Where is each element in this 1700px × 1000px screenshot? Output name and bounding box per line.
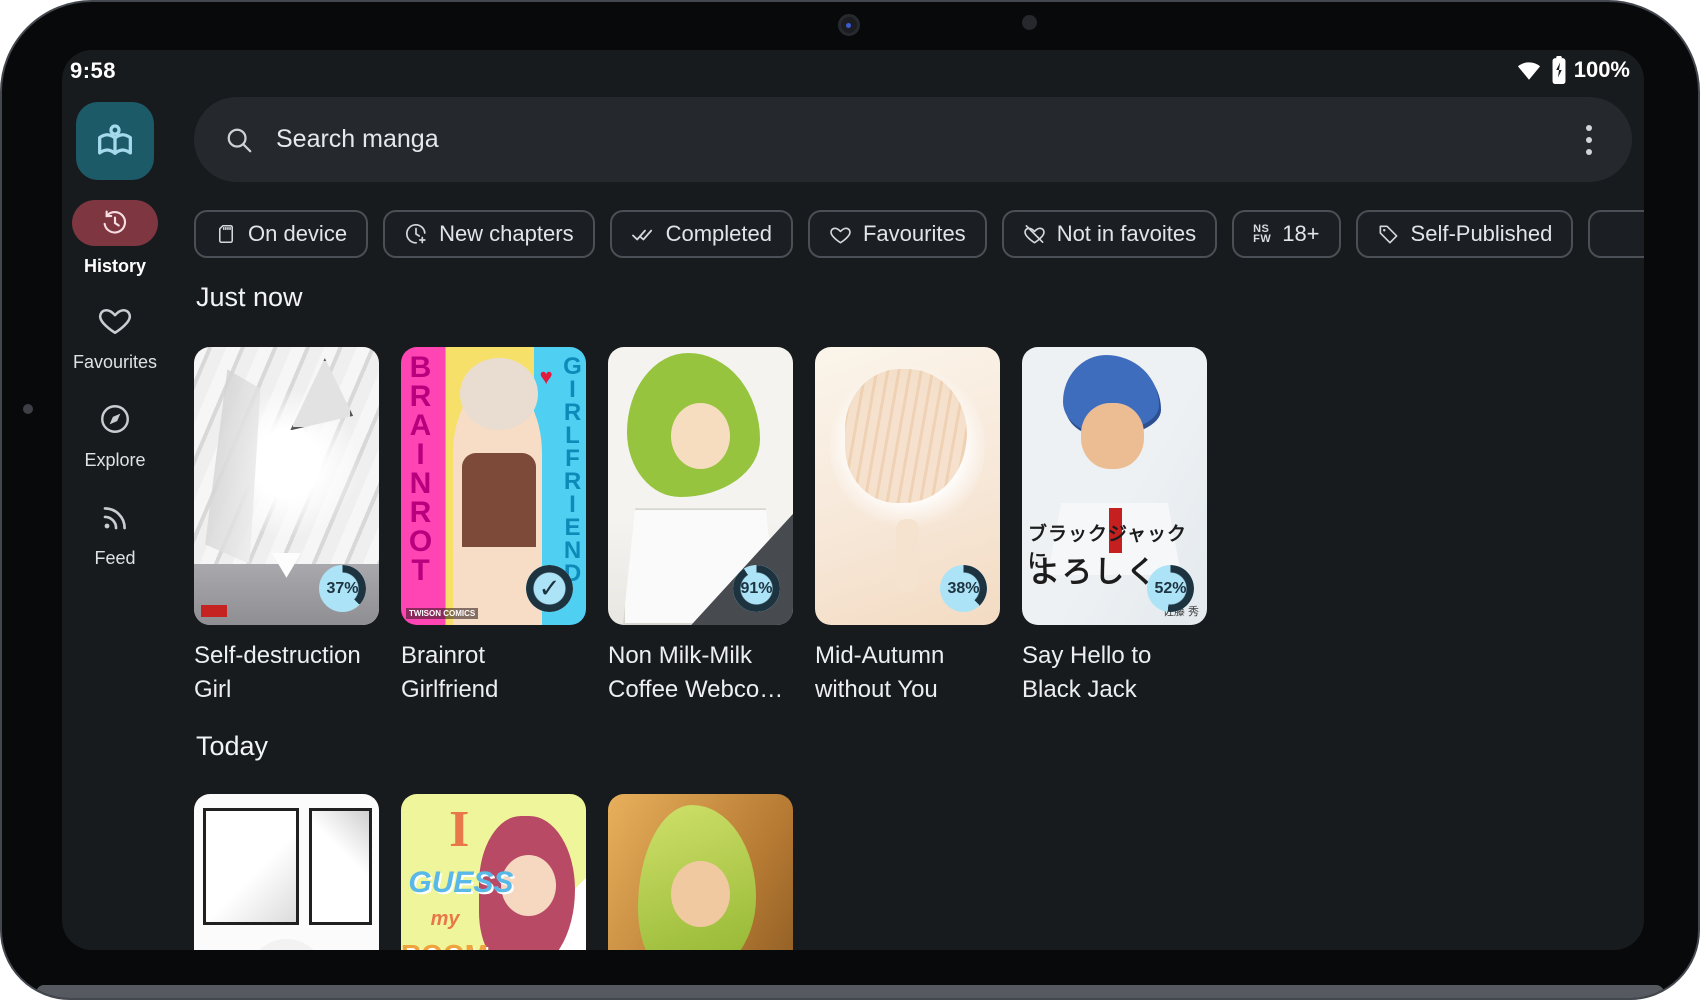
filter-chip-partial[interactable] — [1588, 210, 1644, 258]
sidebar-item-feed[interactable] — [62, 502, 168, 534]
filter-chip-new-chapters[interactable]: New chapters — [383, 210, 595, 258]
sd-card-icon — [215, 223, 237, 245]
manga-title: Self-destruction Girl — [194, 639, 379, 707]
manga-cover-image: I GUESS my ROOM MATE — [401, 794, 586, 950]
sidebar-label-favourites: Favourites — [62, 352, 168, 373]
manga-card-today-2[interactable]: I GUESS my ROOM MATE — [401, 794, 586, 950]
filter-chip-favourites[interactable]: Favourites — [808, 210, 987, 258]
manga-cover-image: 91% — [608, 347, 793, 625]
history-selected-pill — [72, 200, 158, 246]
wifi-icon — [1514, 57, 1544, 83]
camera-lens-glint — [846, 23, 851, 28]
chip-label: Favourites — [863, 221, 966, 247]
manga-title: Brainrot Girlfriend — [401, 639, 586, 707]
manga-card-today-3[interactable] — [608, 794, 793, 950]
filter-chip-not-in-favourites[interactable]: Not in favoites — [1002, 210, 1217, 258]
navigation-rail: History Favourites E — [62, 50, 168, 950]
double-check-icon — [631, 222, 655, 246]
progress-badge: 37% — [319, 565, 366, 612]
history-clock-icon — [100, 208, 130, 238]
sidebar-label-feed: Feed — [62, 548, 168, 569]
compass-icon — [98, 402, 132, 436]
filter-chip-18plus[interactable]: NSFW 18+ — [1232, 210, 1340, 258]
app-logo-button[interactable] — [62, 102, 168, 180]
search-placeholder: Search manga — [276, 125, 1576, 154]
heart-icon — [829, 223, 852, 246]
front-camera — [838, 14, 860, 36]
clock-plus-icon — [404, 222, 428, 246]
manga-card-brainrot-girlfriend[interactable]: BRAINROT GIRLFRIEND ♥ TWISON COMICS ✓ Br… — [401, 347, 586, 707]
sidebar-label-explore: Explore — [62, 450, 168, 471]
screenshot-canvas: 9:58 100% — [0, 0, 1700, 1000]
manga-card-say-hello-to-black-jack[interactable]: ブラックジャックに よろしく 佐藤 秀 52% Say Hello to Bla… — [1022, 347, 1207, 707]
cover-art-text-jp: よろしく — [1030, 547, 1158, 591]
progress-badge: 38% — [940, 565, 987, 612]
progress-badge: 52% — [1147, 565, 1194, 612]
tablet-bottom-edge — [36, 985, 1664, 998]
cover-art-heart: ♥ — [540, 364, 553, 390]
cover-art-text: ROOM — [401, 939, 488, 950]
status-bar-right: 100% — [1514, 56, 1630, 84]
filter-chip-on-device[interactable]: On device — [194, 210, 368, 258]
check-icon: ✓ — [539, 573, 561, 604]
manga-card-non-milk-milk-coffee[interactable]: 91% Non Milk-Milk Coffee Webco… — [608, 347, 793, 707]
chip-label: On device — [248, 221, 347, 247]
manga-cover-image: BRAINROT GIRLFRIEND ♥ TWISON COMICS ✓ — [401, 347, 586, 625]
ambient-light-sensor — [1022, 15, 1037, 30]
sidebar-label-history: History — [62, 256, 168, 277]
cover-art-text: I — [449, 800, 469, 859]
nsfw-icon: NSFW — [1253, 224, 1271, 245]
filter-chip-row: On device New chapters — [194, 210, 1644, 258]
overflow-menu-button[interactable] — [1576, 115, 1602, 165]
progress-badge: 91% — [733, 565, 780, 612]
manga-cover-image: ブラックジャックに よろしく 佐藤 秀 52% — [1022, 347, 1207, 625]
heart-off-icon — [1023, 223, 1046, 246]
manga-cover-image: 37% — [194, 347, 379, 625]
manga-card-today-1[interactable] — [194, 794, 379, 950]
filter-chip-completed[interactable]: Completed — [610, 210, 793, 258]
manga-title: Mid-Autumn without You — [815, 639, 1000, 707]
chip-label: Not in favoites — [1057, 221, 1196, 247]
filter-chip-self-published[interactable]: Self-Published — [1356, 210, 1574, 258]
manga-title: Non Milk-Milk Coffee Webco… — [608, 639, 793, 707]
app-logo-tile — [76, 102, 154, 180]
battery-charging-icon — [1551, 56, 1567, 84]
manga-card-mid-autumn-without-you[interactable]: 38% Mid-Autumn without You — [815, 347, 1000, 707]
tablet-frame: 9:58 100% — [0, 0, 1700, 1000]
cover-art-text: my — [431, 908, 460, 931]
cover-art-text: GIRLFRIEND — [558, 353, 586, 583]
manga-cover-image: 38% — [815, 347, 1000, 625]
chip-label: 18+ — [1282, 221, 1319, 247]
chip-label: New chapters — [439, 221, 574, 247]
section-header-just-now: Just now — [196, 282, 303, 313]
heart-icon — [97, 302, 133, 338]
rss-icon — [99, 502, 131, 534]
completed-badge: ✓ — [526, 565, 573, 612]
battery-percent-label: 100% — [1574, 57, 1630, 83]
chip-label: Completed — [666, 221, 772, 247]
cover-art-publisher: TWISON COMICS — [406, 608, 478, 619]
manga-cover-image — [608, 794, 793, 950]
chip-label: Self-Published — [1411, 221, 1553, 247]
manga-title: Say Hello to Black Jack — [1022, 639, 1207, 707]
cover-art-text: GUESS — [408, 866, 513, 900]
sidebar-item-favourites[interactable] — [62, 302, 168, 338]
sidebar-item-explore[interactable] — [62, 402, 168, 436]
manga-cover-image — [194, 794, 379, 950]
section-header-today: Today — [196, 731, 268, 762]
manga-card-self-destruction-girl[interactable]: 37% Self-destruction Girl — [194, 347, 379, 707]
tag-icon — [1377, 223, 1400, 246]
sidebar-item-history[interactable] — [62, 200, 168, 246]
search-icon — [224, 125, 254, 155]
tablet-screen: 9:58 100% — [62, 50, 1644, 950]
search-input[interactable]: Search manga — [194, 97, 1632, 182]
side-microphone — [23, 404, 33, 414]
mihon-logo-icon — [92, 118, 138, 164]
cover-art-text: BRAINROT — [403, 351, 437, 583]
